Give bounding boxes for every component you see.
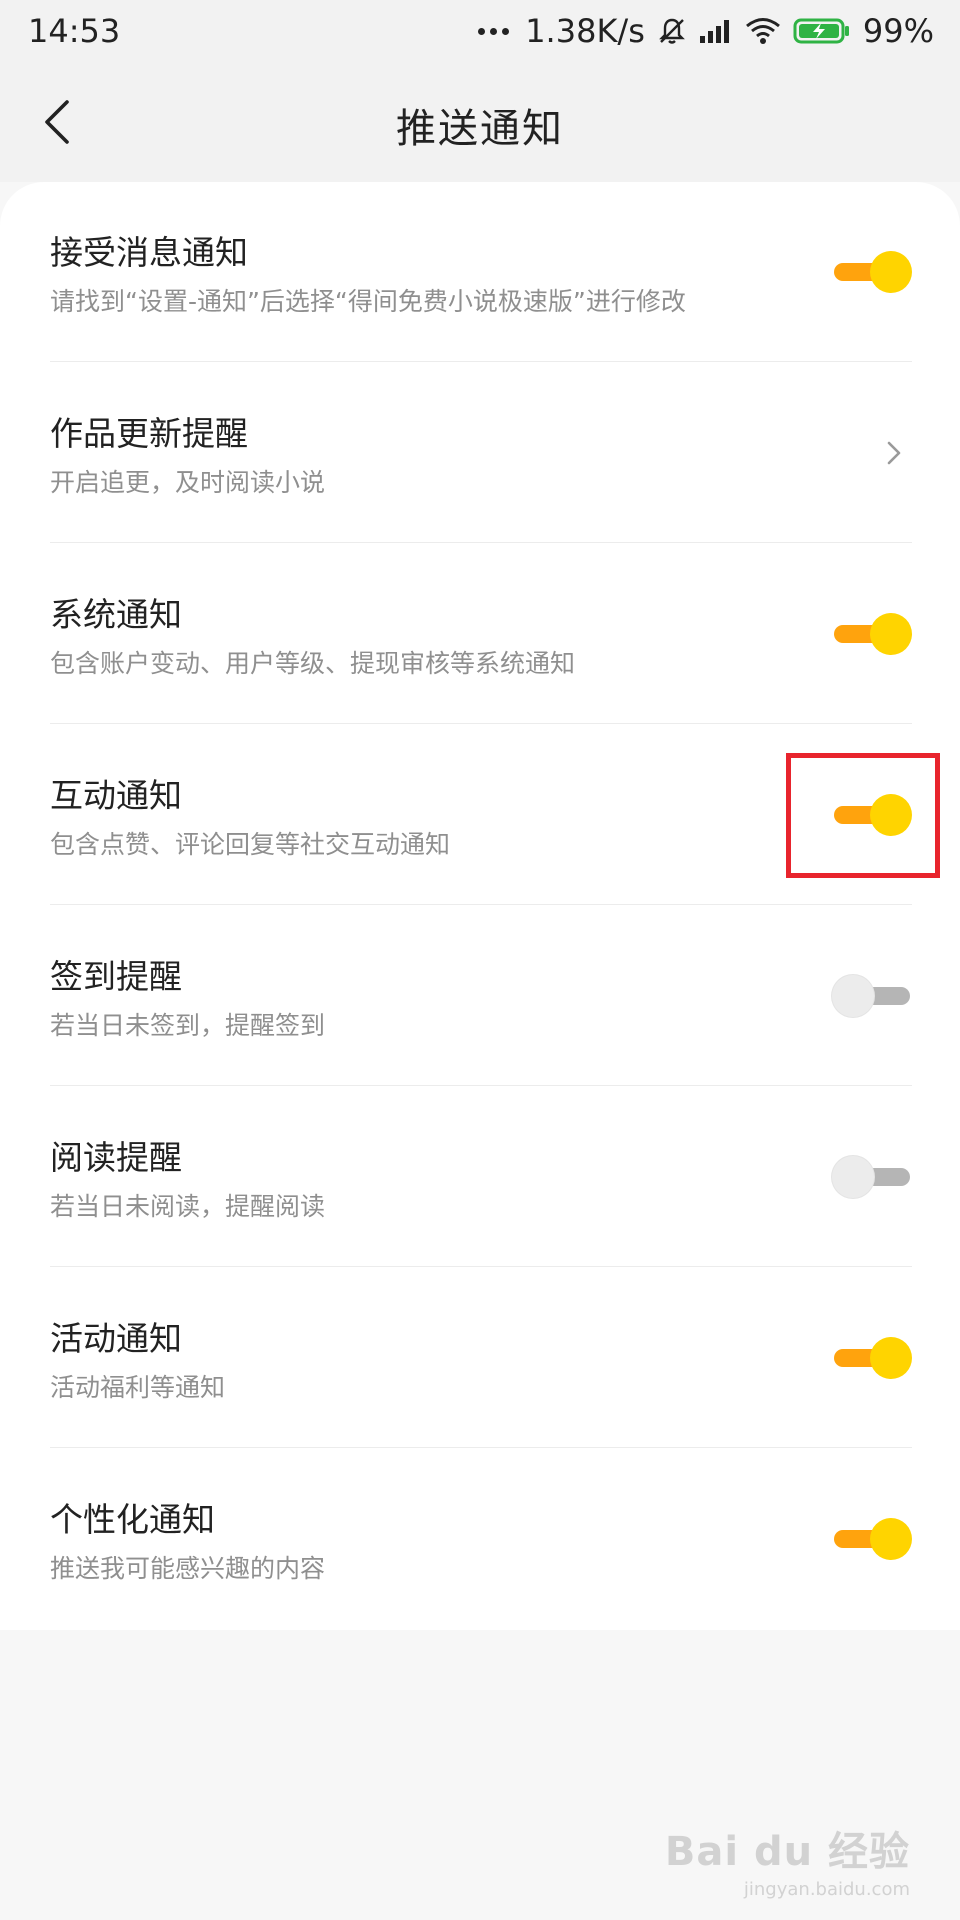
setting-row-activity-notification: 活动通知 活动福利等通知 (50, 1268, 912, 1448)
setting-title: 互动通知 (50, 776, 182, 815)
battery-charging-icon (793, 17, 851, 45)
battery-percent: 99% (862, 12, 934, 50)
setting-subtitle: 请找到“设置-通知”后选择“得间免费小说极速版”进行修改 (50, 287, 686, 316)
status-right: 1.38K/s 99% (478, 12, 934, 50)
network-speed: 1.38K/s (525, 12, 645, 50)
signal-icon (699, 18, 733, 44)
setting-subtitle: 若当日未签到，提醒签到 (50, 1011, 326, 1040)
watermark-sub: jingyan.baidu.com (743, 1879, 910, 1900)
setting-title: 接受消息通知 (50, 233, 248, 272)
setting-title: 阅读提醒 (50, 1138, 182, 1177)
setting-subtitle: 活动福利等通知 (50, 1373, 226, 1402)
setting-row-checkin-reminder: 签到提醒 若当日未签到，提醒签到 (50, 906, 912, 1086)
toggle-knob (870, 794, 912, 836)
chevron-right-icon (887, 441, 901, 465)
setting-row-interaction-notification: 互动通知 包含点赞、评论回复等社交互动通知 (50, 725, 912, 905)
reading-reminder-toggle[interactable] (832, 1155, 912, 1199)
setting-title: 系统通知 (50, 595, 182, 634)
more-dots-icon (478, 27, 510, 35)
setting-title: 签到提醒 (50, 957, 182, 996)
activity-notification-toggle[interactable] (834, 1336, 912, 1380)
setting-subtitle: 开启追更，及时阅读小说 (50, 468, 326, 497)
setting-row-work-update[interactable]: 作品更新提醒 开启追更，及时阅读小说 (50, 363, 912, 543)
interaction-notification-toggle[interactable] (834, 793, 912, 837)
mute-bell-icon (657, 16, 687, 46)
setting-row-system-notification: 系统通知 包含账户变动、用户等级、提现审核等系统通知 (50, 544, 912, 724)
wifi-icon (745, 17, 781, 45)
setting-title: 作品更新提醒 (50, 414, 248, 453)
toggle-knob (870, 251, 912, 293)
status-time: 14:53 (28, 12, 121, 50)
status-bar: 14:53 1.38K/s 99% (0, 0, 960, 62)
setting-title: 活动通知 (50, 1319, 182, 1358)
personalized-notification-toggle[interactable] (834, 1517, 912, 1561)
toggle-knob (870, 1518, 912, 1560)
settings-card: 接受消息通知 请找到“设置-通知”后选择“得间免费小说极速版”进行修改 作品更新… (0, 182, 960, 1630)
setting-row-personalized-notification: 个性化通知 推送我可能感兴趣的内容 (50, 1449, 912, 1629)
setting-subtitle: 推送我可能感兴趣的内容 (50, 1554, 326, 1583)
watermark-main: Bai du 经验 (664, 1829, 910, 1875)
setting-subtitle: 若当日未阅读，提醒阅读 (50, 1192, 326, 1221)
toggle-knob (832, 1156, 874, 1198)
page-title: 推送通知 (396, 106, 564, 152)
system-notification-toggle[interactable] (834, 612, 912, 656)
toggle-knob (870, 613, 912, 655)
setting-subtitle: 包含点赞、评论回复等社交互动通知 (50, 830, 451, 859)
message-notification-toggle[interactable] (834, 250, 912, 294)
header: 推送通知 (0, 62, 960, 182)
setting-subtitle: 包含账户变动、用户等级、提现审核等系统通知 (50, 649, 576, 678)
screen: 14:53 1.38K/s 99% 推送通知 接受消息通知 请找到“设置-通知”… (0, 0, 960, 1920)
toggle-knob (870, 1337, 912, 1379)
setting-row-reading-reminder: 阅读提醒 若当日未阅读，提醒阅读 (50, 1087, 912, 1267)
setting-row-message-notification: 接受消息通知 请找到“设置-通知”后选择“得间免费小说极速版”进行修改 (50, 182, 912, 362)
setting-title: 个性化通知 (50, 1500, 215, 1539)
baidu-jingyan-watermark: Bai du 经验 jingyan.baidu.com (665, 1819, 910, 1900)
toggle-knob (832, 975, 874, 1017)
checkin-reminder-toggle[interactable] (832, 974, 912, 1018)
